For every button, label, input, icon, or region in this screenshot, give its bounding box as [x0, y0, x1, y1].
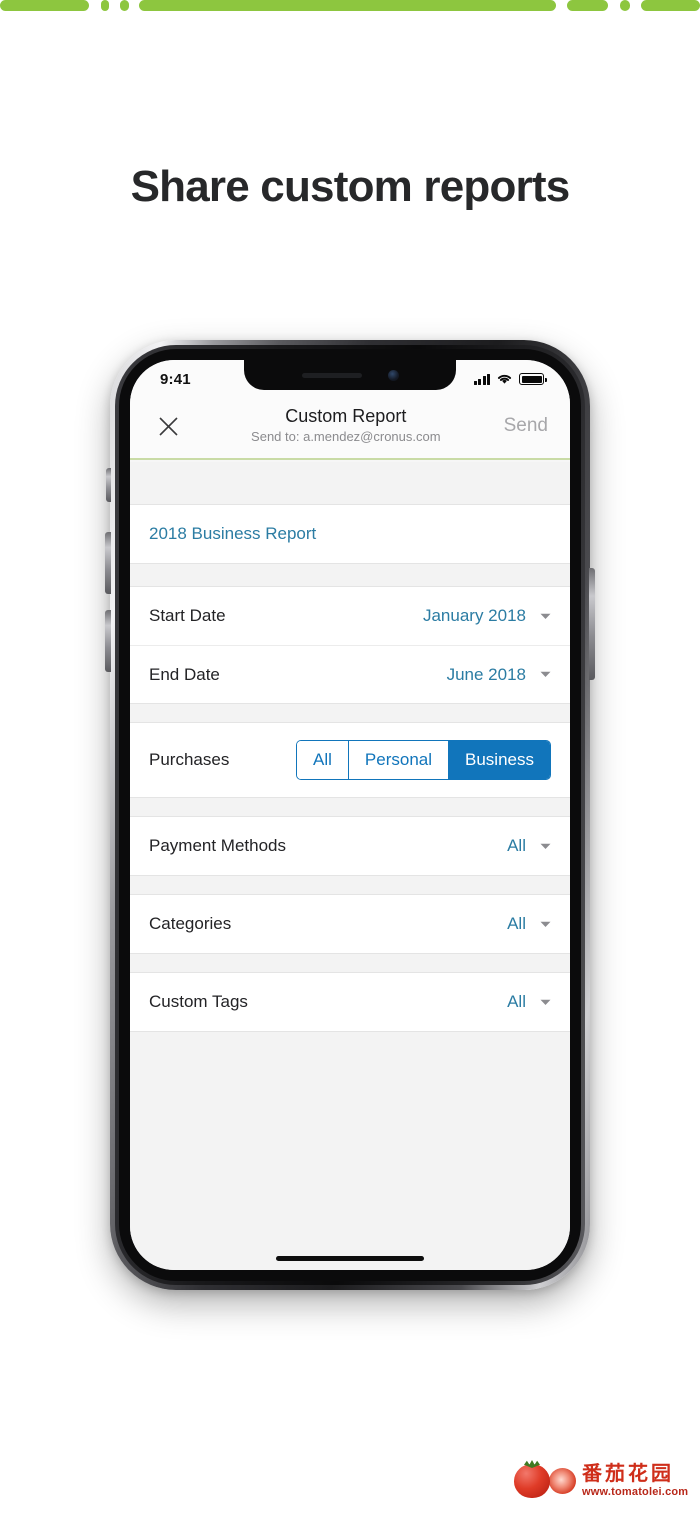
tomato-slice-icon	[549, 1468, 576, 1494]
close-icon	[158, 416, 178, 436]
content-spacer	[130, 564, 570, 586]
payment-methods-card: Payment Methods All	[130, 816, 570, 876]
chevron-down-icon[interactable]	[540, 999, 551, 1006]
watermark-text-block: 番茄花园 www.tomatolei.com	[582, 1464, 688, 1498]
progress-segment	[120, 0, 129, 11]
page-root: Share custom reports 9:41 Custom Report …	[0, 0, 700, 1516]
progress-segment	[641, 0, 700, 11]
earpiece-speaker-icon	[301, 372, 362, 378]
progress-gap	[89, 0, 101, 11]
custom-tags-row[interactable]: Custom Tags All	[130, 973, 570, 1031]
tomato-icon	[514, 1464, 550, 1498]
payment-methods-label: Payment Methods	[149, 836, 287, 855]
content-spacer	[130, 798, 570, 816]
content-spacer	[130, 704, 570, 722]
segment-business[interactable]: Business	[448, 741, 550, 779]
form-content: 2018 Business Report Start Date January …	[130, 462, 570, 1270]
top-progress-bar	[0, 0, 700, 11]
mute-switch-button[interactable]	[106, 468, 111, 502]
payment-methods-row[interactable]: Payment Methods All	[130, 817, 570, 875]
segment-all[interactable]: All	[297, 741, 348, 779]
header-text-block: Custom Report Send to: a.mendez@cronus.c…	[188, 405, 504, 448]
end-date-label: End Date	[149, 664, 220, 684]
progress-segment	[100, 0, 110, 11]
chevron-down-icon[interactable]	[540, 843, 551, 850]
watermark-url-text: www.tomatolei.com	[582, 1486, 689, 1498]
volume-up-button[interactable]	[105, 532, 111, 594]
chevron-down-icon[interactable]	[540, 921, 551, 928]
purchases-card: Purchases All Personal Business	[130, 722, 570, 798]
progress-segment	[619, 0, 631, 11]
watermark-cn-text: 番茄花园	[582, 1463, 674, 1485]
date-range-card: Start Date January 2018 End Date June 20…	[130, 586, 570, 704]
content-spacer	[130, 462, 570, 504]
segment-personal[interactable]: Personal	[347, 741, 449, 779]
progress-gap	[556, 0, 568, 11]
start-date-value: January 2018	[422, 606, 526, 625]
progress-gap	[109, 0, 120, 11]
purchases-segmented-control[interactable]: All Personal Business	[296, 740, 551, 780]
progress-gap	[608, 0, 620, 11]
categories-value: All	[507, 914, 526, 933]
recipient-subtitle: Send to: a.mendez@cronus.com	[251, 428, 441, 444]
status-icon-group	[473, 373, 547, 385]
categories-row[interactable]: Categories All	[130, 895, 570, 953]
home-indicator[interactable]	[276, 1256, 424, 1261]
phone-device: 9:41 Custom Report Send to: a.mendez@cro…	[105, 340, 595, 1290]
battery-icon	[519, 373, 547, 385]
app-header: Custom Report Send to: a.mendez@cronus.c…	[130, 394, 570, 460]
start-date-label: Start Date	[149, 606, 226, 625]
start-date-row[interactable]: Start Date January 2018	[130, 587, 570, 645]
end-date-value: June 2018	[446, 664, 526, 684]
page-headline: Share custom reports	[130, 162, 571, 211]
front-camera-icon	[387, 369, 399, 381]
power-button[interactable]	[589, 568, 595, 680]
watermark: 番茄花园 www.tomatolei.com	[514, 1456, 688, 1506]
progress-segment	[567, 0, 609, 11]
progress-gap	[129, 0, 140, 11]
custom-tags-label: Custom Tags	[149, 992, 248, 1011]
payment-methods-value: All	[507, 836, 526, 855]
progress-gap	[630, 0, 641, 11]
progress-segment	[0, 0, 90, 11]
phone-screen: 9:41 Custom Report Send to: a.mendez@cro…	[130, 360, 570, 1270]
end-date-row[interactable]: End Date June 2018	[130, 645, 570, 703]
categories-label: Categories	[149, 914, 232, 933]
signal-icon	[473, 373, 490, 385]
wifi-icon	[497, 374, 512, 384]
report-title-card: 2018 Business Report	[130, 504, 570, 564]
custom-tags-value: All	[507, 992, 526, 1011]
status-time: 9:41	[160, 370, 191, 388]
report-title-value: 2018 Business Report	[149, 524, 317, 543]
close-button[interactable]	[148, 406, 188, 446]
purchases-label: Purchases	[149, 750, 230, 769]
content-spacer	[130, 876, 570, 894]
send-button[interactable]: Send	[504, 415, 552, 437]
custom-tags-card: Custom Tags All	[130, 972, 570, 1032]
page-title: Custom Report	[285, 405, 407, 426]
purchases-row: Purchases All Personal Business	[130, 723, 570, 797]
chevron-down-icon[interactable]	[540, 671, 551, 678]
report-title-row[interactable]: 2018 Business Report	[130, 505, 570, 563]
phone-notch	[244, 360, 456, 390]
progress-segment	[139, 0, 556, 11]
chevron-down-icon[interactable]	[540, 613, 551, 620]
categories-card: Categories All	[130, 894, 570, 954]
content-spacer	[130, 954, 570, 972]
volume-down-button[interactable]	[105, 610, 111, 672]
